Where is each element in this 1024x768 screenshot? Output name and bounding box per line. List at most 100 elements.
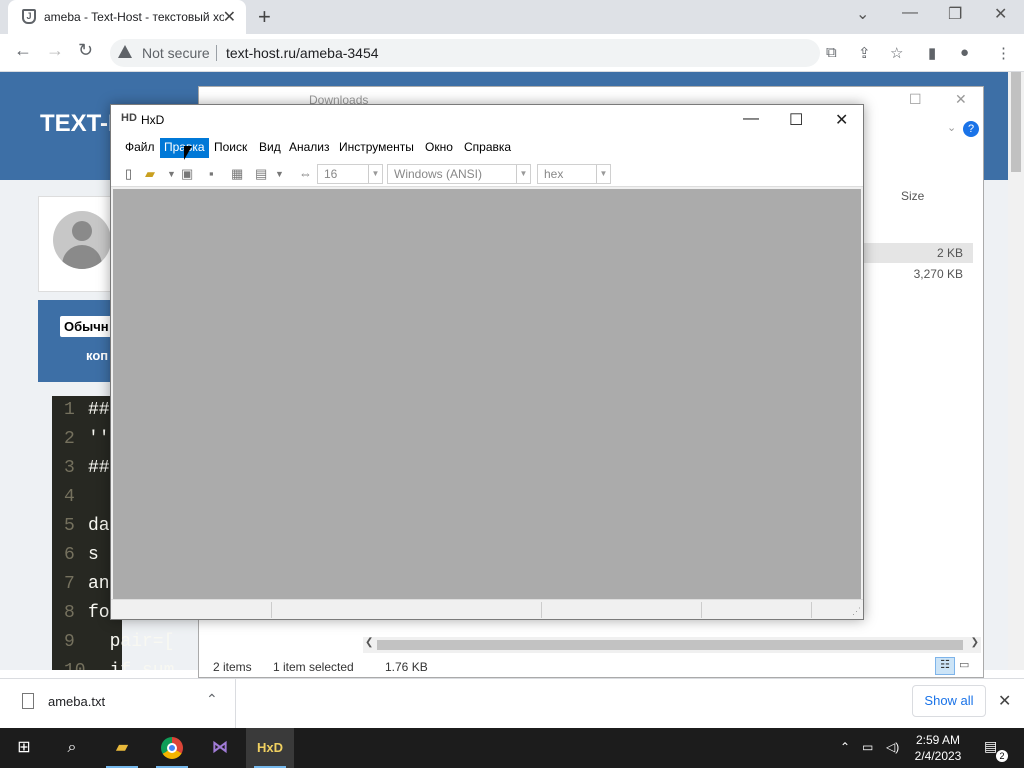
horizontal-scrollbar[interactable]: ❮ ❯ [363, 637, 981, 653]
notification-count: 2 [996, 750, 1008, 762]
item-count: 2 items [213, 660, 252, 674]
show-hidden-icons[interactable]: ⌃ [840, 740, 850, 754]
charset-select[interactable]: Windows (ANSI) ▼ [387, 164, 531, 184]
line-number: 9 [64, 632, 75, 652]
translate-icon[interactable]: ⧉ [826, 44, 837, 61]
clock[interactable]: 2:59 AM 2/4/2023 [906, 732, 970, 764]
code-line: ## [88, 458, 110, 478]
bytes-per-row-select[interactable]: 16 ▼ [317, 164, 383, 184]
notifications-icon[interactable]: ▤ [984, 738, 997, 755]
restore-button[interactable]: ❐ [948, 4, 962, 24]
browser-tab[interactable]: J ameba - Text-Host - текстовый хостинг … [8, 0, 246, 34]
menu-analysis[interactable]: Анализ [285, 138, 334, 158]
visual-studio-taskbar-icon[interactable]: ⋈ [196, 728, 244, 768]
line-number: 1 [64, 400, 75, 420]
explorer-close-button[interactable]: ✕ [955, 91, 967, 108]
line-number: 3 [64, 458, 75, 478]
new-file-icon[interactable]: ▯ [125, 166, 132, 182]
tab-close-icon[interactable]: ✕ [223, 7, 236, 27]
bookmark-star-icon[interactable]: ☆ [890, 44, 903, 62]
url-text[interactable]: text-host.ru/ameba-3454 [226, 45, 379, 61]
hxd-close-button[interactable]: ✕ [835, 110, 848, 130]
hxd-toolbar: ▯ ▰ ▼ ▣ ▪ ▦ ▤ ▼ ⇔ 16 ▼ Windows (ANSI) ▼ … [111, 159, 863, 187]
more-menu-icon[interactable]: ⋮ [996, 44, 1011, 62]
reload-icon[interactable]: ↻ [78, 40, 93, 61]
close-browser-button[interactable]: ✕ [994, 4, 1007, 24]
menu-help[interactable]: Справка [460, 138, 515, 158]
page-scrollbar[interactable] [1008, 72, 1024, 670]
taskbar: ⊞ ⌕ ▰ ⋈ HxD ⌃ ▭ ◁) 2:59 AM 2/4/2023 ▤ 2 [0, 728, 1024, 768]
details-view-icon[interactable]: ☷ [935, 657, 955, 675]
chevron-down-icon[interactable]: ▼ [368, 165, 382, 183]
profile-icon[interactable]: ● [960, 44, 969, 61]
download-file-name[interactable]: ameba.txt [48, 694, 105, 709]
menu-view[interactable]: Вид [255, 138, 285, 158]
address-bar[interactable]: Not secure text-host.ru/ameba-3454 [110, 39, 820, 67]
size-column-header[interactable]: Size [901, 189, 924, 203]
tab-search-icon[interactable]: ⌄ [856, 4, 869, 24]
export-icon[interactable]: ▤ [255, 166, 267, 182]
hxd-window: HD HxD — ☐ ✕ Файл Правка Поиск Вид Анали… [110, 104, 864, 620]
copy-button[interactable]: коп [86, 348, 108, 363]
download-item[interactable]: ameba.txt ⌃ [0, 679, 236, 728]
ribbon-expand-icon[interactable]: ⌄ [947, 121, 956, 134]
avatar[interactable] [53, 211, 111, 269]
code-line: fo [88, 603, 110, 623]
charset-value: Windows (ANSI) [394, 167, 483, 181]
save-icon[interactable]: ▣ [181, 166, 193, 182]
new-tab-button[interactable]: + [258, 4, 271, 30]
columns-icon: ⇔ [299, 166, 312, 181]
start-button[interactable]: ⊞ [0, 728, 48, 768]
hxd-workspace[interactable] [113, 189, 861, 599]
chevron-up-icon[interactable]: ⌃ [206, 691, 218, 708]
offset-base-value: hex [544, 167, 564, 181]
line-number: 8 [64, 603, 75, 623]
hxd-taskbar-icon[interactable]: HxD [246, 728, 294, 768]
forward-icon[interactable]: → [46, 40, 64, 61]
explorer-maximize-button[interactable]: ☐ [909, 91, 922, 108]
large-icons-view-icon[interactable]: ▭ [959, 658, 969, 671]
network-icon[interactable]: ▭ [862, 740, 873, 754]
minimize-button[interactable]: — [902, 4, 918, 22]
hxd-maximize-button[interactable]: ☐ [789, 110, 803, 130]
code-line: an [88, 574, 110, 594]
line-number: 6 [64, 545, 75, 565]
export-dropdown-icon[interactable]: ▼ [275, 169, 284, 179]
hxd-title-bar[interactable]: HD HxD — ☐ ✕ [111, 105, 863, 135]
chrome-taskbar-icon[interactable] [148, 728, 196, 768]
menu-window[interactable]: Окно [421, 138, 457, 158]
file-explorer-taskbar-icon[interactable]: ▰ [98, 728, 146, 768]
file-row[interactable]: 3,270 KB [859, 264, 973, 284]
share-icon[interactable]: ⇪ [858, 44, 871, 62]
open-ram-icon[interactable]: ▦ [231, 166, 243, 182]
menu-tools[interactable]: Инструменты [335, 138, 418, 158]
search-icon[interactable]: ⌕ [48, 728, 96, 768]
open-disk-icon[interactable]: ▪ [209, 166, 214, 181]
divider [216, 45, 217, 61]
hxd-menu-bar: Файл Правка Поиск Вид Анализ Инструменты… [111, 135, 863, 159]
warning-icon[interactable] [118, 45, 132, 58]
hxd-minimize-button[interactable]: — [743, 110, 759, 128]
volume-icon[interactable]: ◁) [886, 740, 899, 754]
selection-size: 1.76 KB [385, 660, 428, 674]
resize-grip-icon[interactable]: ⋰ [852, 606, 861, 617]
hxd-status-bar: ⋰ [111, 599, 863, 619]
help-icon[interactable]: ? [963, 121, 979, 137]
chevron-down-icon[interactable]: ▼ [516, 165, 530, 183]
open-file-icon[interactable]: ▰ [145, 166, 155, 182]
clock-time: 2:59 AM [915, 733, 961, 747]
code-line: da [88, 516, 110, 536]
chevron-down-icon[interactable]: ▼ [596, 165, 610, 183]
open-dropdown-icon[interactable]: ▼ [167, 169, 176, 179]
menu-search[interactable]: Поиск [210, 138, 251, 158]
side-panel-icon[interactable]: ▮ [928, 44, 936, 62]
tab-title: ameba - Text-Host - текстовый хостинг [44, 10, 224, 24]
menu-file[interactable]: Файл [121, 138, 159, 158]
code-line: if sum [88, 661, 175, 670]
file-row[interactable]: 2 KB [859, 243, 973, 263]
close-downloads-bar-icon[interactable]: ✕ [998, 691, 1011, 711]
offset-base-select[interactable]: hex ▼ [537, 164, 611, 184]
show-all-button[interactable]: Show all [912, 685, 986, 717]
security-label[interactable]: Not secure [142, 45, 210, 61]
back-icon[interactable]: ← [14, 40, 32, 61]
